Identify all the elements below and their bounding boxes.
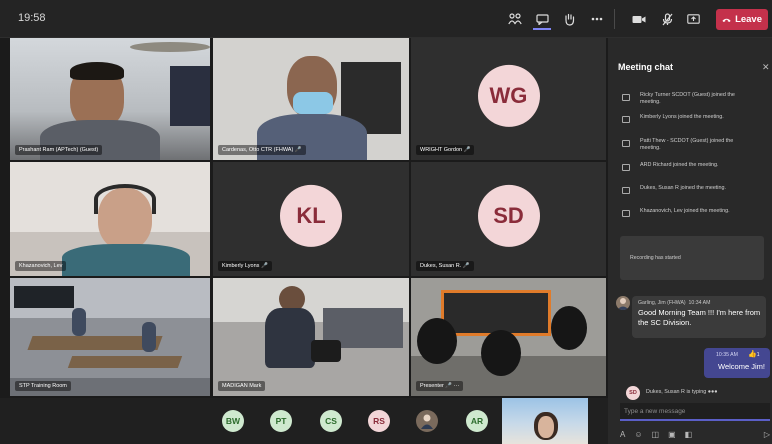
participant-chip[interactable]: AR <box>466 410 488 432</box>
participant-avatar: SD <box>477 184 540 247</box>
typing-indicator: Dukes, Susan R is typing ●●● <box>646 389 718 395</box>
training-table <box>67 356 183 368</box>
video-tile[interactable]: MADIGAN Mark <box>213 278 409 396</box>
participant-chip[interactable]: BW <box>222 410 244 432</box>
tile-name-label: MADIGAN Mark <box>218 381 266 391</box>
participant-avatar: WG <box>477 64 540 127</box>
sender-avatar <box>616 296 630 310</box>
participant-avatar: KL <box>280 184 342 247</box>
meeting-chat-panel: Meeting chat ✕ Ricky Turner SCDOT (Guest… <box>608 38 772 444</box>
participant-photo-avatar[interactable] <box>416 410 438 432</box>
emoji-icon[interactable]: ◫ <box>652 430 660 439</box>
chat-icon[interactable] <box>533 10 551 30</box>
typing-avatar: SD <box>626 386 640 400</box>
mic-icon: 🎤 <box>445 383 453 389</box>
recording-notice: Recording has started <box>620 236 764 280</box>
gif-icon[interactable]: ▣ <box>668 430 676 439</box>
message-meta: Garling, Jim (FHWA) 10:34 AM <box>638 300 711 306</box>
ceiling-fan <box>130 42 210 52</box>
robot-rover <box>311 340 341 362</box>
participant-body <box>265 308 315 368</box>
message-text: Good Morning Team !!! I'm here from the … <box>638 308 761 327</box>
video-tile[interactable]: Cardenas, Otto CTR (FHWA) 🎤 <box>213 38 409 160</box>
tile-name-label: Khazanovich, Lev <box>15 261 67 271</box>
join-event-icon <box>622 187 630 194</box>
mic-muted-icon: 🎤 <box>462 263 470 269</box>
join-event-icon <box>622 140 630 147</box>
participant-shirt <box>62 244 190 276</box>
close-icon[interactable]: ✕ <box>762 62 770 73</box>
person-icon <box>617 298 629 310</box>
avatar-tile[interactable]: WG WRIGHT Gordon 🎤 <box>411 38 606 160</box>
video-tile[interactable]: Presenter 🎤 ··· <box>411 278 606 396</box>
more-options-icon[interactable]: ··· <box>454 383 460 389</box>
chat-title: Meeting chat <box>618 62 674 72</box>
chat-compose-box[interactable]: Type a new message <box>620 403 770 421</box>
message-time: 10:35 AM <box>716 352 738 358</box>
tile-name-label: WRIGHT Gordon 🎤 <box>416 145 475 155</box>
participant-chip[interactable]: CS <box>320 410 342 432</box>
join-event-icon <box>622 210 630 217</box>
participant-strip: BW PT CS RS AR <box>0 398 608 444</box>
share-screen-icon[interactable] <box>684 10 702 28</box>
tile-name-label: Prashant Ram (APTech) (Guest) <box>15 145 103 155</box>
person-icon <box>421 414 433 429</box>
participant-chip[interactable]: PT <box>270 410 292 432</box>
sticker-icon[interactable]: ◧ <box>685 430 693 439</box>
raise-hand-icon[interactable] <box>560 10 578 28</box>
mic-muted-icon: 🎤 <box>260 263 268 269</box>
chairs <box>14 286 74 308</box>
tile-name-label: STP Training Room <box>15 381 71 391</box>
mic-muted-icon: 🎤 <box>294 147 302 153</box>
compose-placeholder: Type a new message <box>624 408 686 415</box>
video-stage: Prashant Ram (APTech) (Guest) Cardenas, … <box>0 38 608 398</box>
phone-hangup-icon <box>722 18 731 22</box>
robot-wheel <box>481 330 521 376</box>
participant-hair <box>70 62 124 80</box>
participant-figure <box>142 322 156 352</box>
like-reaction-icon[interactable]: 👍1 <box>748 350 760 358</box>
attach-icon[interactable]: ☺ <box>634 430 642 439</box>
more-icon[interactable] <box>588 10 606 28</box>
compose-toolbar: A ☺ ◫ ▣ ◧ ▷ <box>620 428 770 440</box>
headphones <box>94 184 156 214</box>
chat-message-incoming[interactable]: Garling, Jim (FHWA) 10:34 AM Good Mornin… <box>632 296 766 338</box>
leave-label: Leave <box>735 14 762 25</box>
window-shade <box>170 66 210 126</box>
video-tile[interactable]: Prashant Ram (APTech) (Guest) <box>10 38 210 160</box>
self-face <box>538 416 554 438</box>
participant-chip[interactable]: RS <box>368 410 390 432</box>
participant-figure <box>72 308 86 336</box>
camera-icon[interactable] <box>630 10 648 28</box>
join-event-icon <box>622 116 630 123</box>
robot-frame <box>441 290 551 336</box>
face-mask <box>293 92 333 114</box>
message-text: Welcome Jim! <box>718 362 765 371</box>
toolbar-divider <box>614 9 615 29</box>
robot-wheel <box>417 318 457 364</box>
robot-wheel <box>551 306 587 350</box>
leave-button[interactable]: Leave <box>716 9 768 30</box>
send-icon[interactable]: ▷ <box>764 430 770 439</box>
avatar-tile[interactable]: KL Kimberly Lyons 🎤 <box>213 162 409 276</box>
tile-name-label: Presenter 🎤 ··· <box>416 381 464 391</box>
join-event-icon <box>622 164 630 171</box>
chat-message-outgoing[interactable]: 10:35 AM 👍1 Welcome Jim! <box>704 348 770 378</box>
tile-name-label: Kimberly Lyons 🎤 <box>218 261 272 271</box>
people-icon[interactable] <box>506 10 524 28</box>
video-tile[interactable]: Khazanovich, Lev <box>10 162 210 276</box>
meeting-toolbar: 19:58 Leave <box>0 0 772 38</box>
video-tile[interactable]: STP Training Room <box>10 278 210 396</box>
avatar-tile[interactable]: SD Dukes, Susan R. 🎤 <box>411 162 606 276</box>
join-event-icon <box>622 94 630 101</box>
mic-muted-icon: 🎤 <box>463 147 471 153</box>
tile-name-label: Cardenas, Otto CTR (FHWA) 🎤 <box>218 145 306 155</box>
meeting-timer: 19:58 <box>18 12 46 24</box>
self-view-video[interactable] <box>502 398 588 444</box>
tile-name-label: Dukes, Susan R. 🎤 <box>416 261 474 271</box>
format-icon[interactable]: A <box>620 430 625 439</box>
mic-off-icon[interactable] <box>658 10 676 28</box>
